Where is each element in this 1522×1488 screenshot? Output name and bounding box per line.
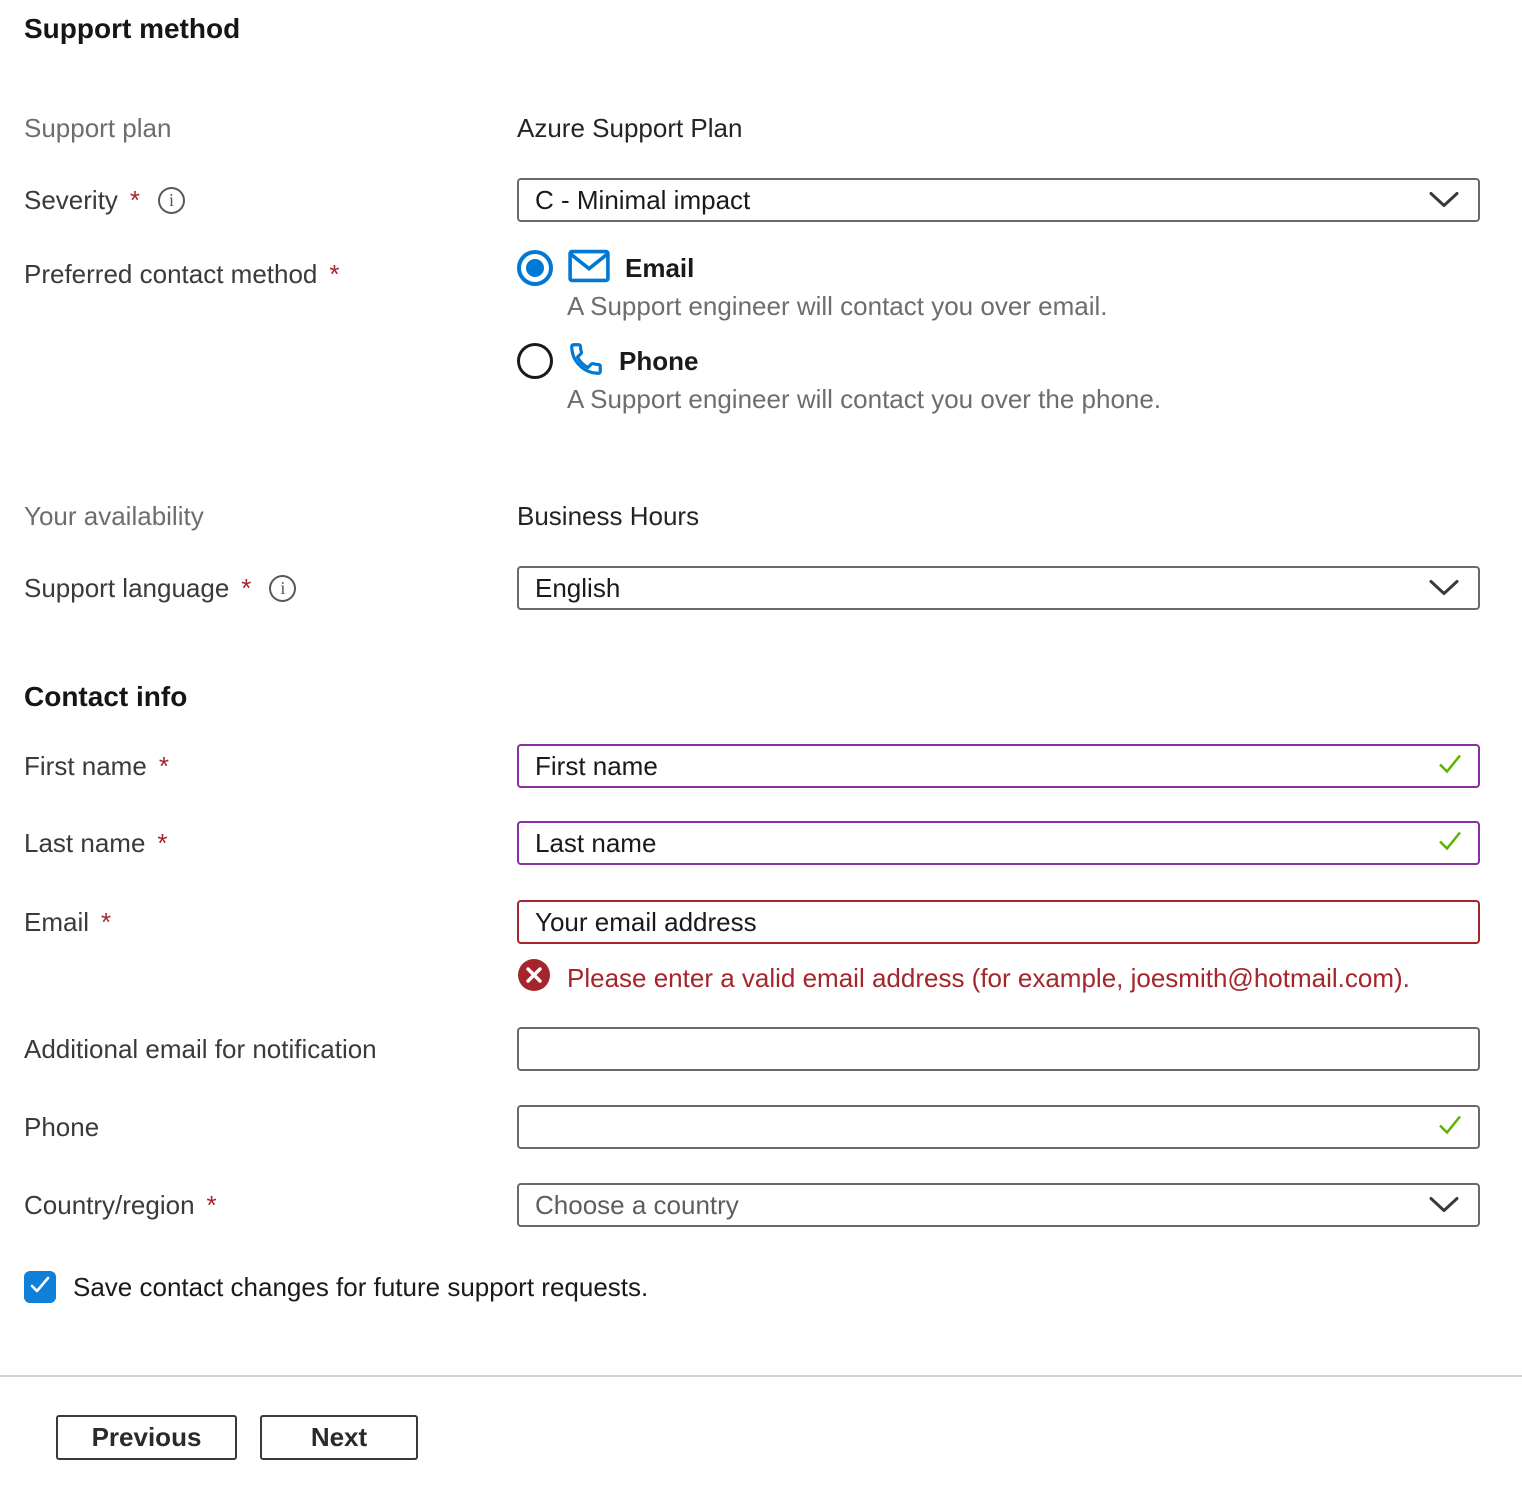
contact-method-option-email[interactable]: Email A Support engineer will contact yo… [517,250,1480,323]
first-name-input[interactable] [517,744,1480,788]
previous-button[interactable]: Previous [56,1415,237,1460]
save-contact-checkbox[interactable] [24,1271,56,1303]
preferred-contact-method-label: Preferred contact method* [24,250,517,290]
phone-icon [567,340,605,383]
last-name-row: Last name* [24,821,1480,865]
valid-check-icon [1434,825,1466,862]
info-icon[interactable]: i [158,187,185,214]
save-contact-label: Save contact changes for future support … [73,1269,648,1305]
last-name-input[interactable] [517,821,1480,865]
support-plan-value: Azure Support Plan [517,113,742,143]
phone-option-description: A Support engineer will contact you over… [567,382,1161,416]
wizard-navigation: Previous Next [24,1415,1480,1460]
support-plan-row: Support plan Azure Support Plan [24,112,1480,144]
error-icon [517,958,551,997]
country-region-label: Country/region* [24,1189,517,1221]
email-option-label: Email [625,253,694,284]
support-plan-label: Support plan [24,112,517,144]
footer-divider [0,1375,1522,1377]
support-request-form: Support method Support plan Azure Suppor… [0,12,1522,1460]
phone-option-label: Phone [619,346,698,377]
email-icon [567,248,611,289]
email-error-message: Please enter a valid email address (for … [567,961,1410,995]
country-region-row: Country/region* Choose a country [24,1183,1480,1227]
additional-email-input[interactable] [517,1027,1480,1071]
next-button[interactable]: Next [260,1415,418,1460]
support-language-dropdown[interactable]: English [517,566,1480,610]
checkbox-check-icon [27,1272,53,1303]
preferred-contact-method-row: Preferred contact method* Email A Suppor… [24,250,1480,416]
email-error-row: Please enter a valid email address (for … [24,958,1480,997]
country-region-placeholder: Choose a country [535,1190,1426,1221]
first-name-row: First name* [24,744,1480,788]
radio-phone-unselected[interactable] [517,343,553,379]
phone-row: Phone [24,1105,1480,1149]
email-row: Email* [24,900,1480,944]
valid-check-icon [1434,1109,1466,1146]
section-heading-contact-info: Contact info [24,680,1480,714]
additional-email-label: Additional email for notification [24,1033,517,1065]
country-region-dropdown[interactable]: Choose a country [517,1183,1480,1227]
valid-check-icon [1434,748,1466,785]
email-label: Email* [24,906,517,938]
email-option-description: A Support engineer will contact you over… [567,289,1108,323]
info-icon[interactable]: i [269,575,296,602]
phone-input[interactable] [517,1105,1480,1149]
radio-email-selected[interactable] [517,250,553,286]
chevron-down-icon [1428,1190,1460,1221]
last-name-label: Last name* [24,827,517,859]
severity-dropdown-value: C - Minimal impact [535,185,1426,216]
email-input[interactable] [517,900,1480,944]
availability-value: Business Hours [517,501,699,531]
availability-row: Your availability Business Hours [24,500,1480,532]
severity-dropdown[interactable]: C - Minimal impact [517,178,1480,222]
chevron-down-icon [1428,573,1460,604]
support-language-dropdown-value: English [535,573,1426,604]
chevron-down-icon [1428,185,1460,216]
support-language-row: Support language* i English [24,566,1480,610]
availability-label: Your availability [24,500,517,532]
section-heading-support-method: Support method [24,12,1480,46]
additional-email-row: Additional email for notification [24,1027,1480,1071]
phone-label: Phone [24,1111,517,1143]
first-name-label: First name* [24,750,517,782]
save-contact-row: Save contact changes for future support … [24,1269,1480,1305]
support-language-label: Support language* i [24,572,517,604]
severity-label: Severity* i [24,184,517,216]
severity-row: Severity* i C - Minimal impact [24,178,1480,222]
contact-method-option-phone[interactable]: Phone A Support engineer will contact yo… [517,343,1480,416]
